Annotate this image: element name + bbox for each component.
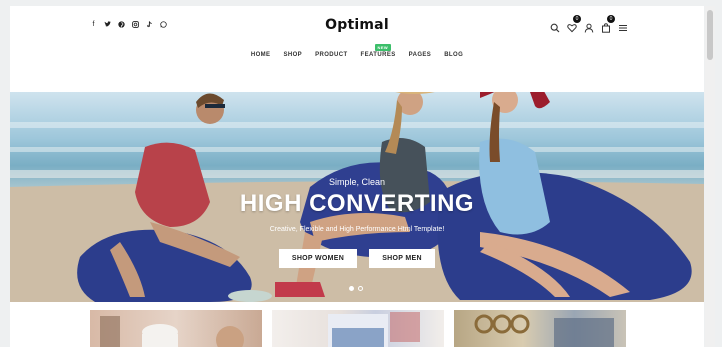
hero-buttons: SHOP WOMEN SHOP MEN (10, 249, 704, 268)
cart-icon[interactable]: 0 (601, 15, 615, 33)
web-page: f Optimal 0 0 HOME SHOP PRODUCT NEW FEAT… (10, 6, 704, 347)
category-card-3-image (474, 314, 614, 347)
category-card-2[interactable] (272, 310, 444, 347)
hero-title: HIGH CONVERTING (239, 190, 475, 217)
hero-slider: Simple, Clean HIGH CONVERTING Creative, … (10, 92, 704, 302)
wishlist-icon[interactable]: 0 (567, 15, 581, 33)
hero-subtitle: Creative, Flexible and High Performance … (269, 226, 445, 233)
nav-item-features[interactable]: NEW FEATURES (360, 44, 396, 58)
shop-men-button[interactable]: SHOP MEN (369, 249, 435, 268)
nav-item-shop[interactable]: SHOP (283, 52, 302, 58)
wishlist-count-badge: 0 (573, 15, 581, 23)
site-header: f Optimal 0 0 HOME SHOP PRODUCT NEW FEAT… (10, 6, 704, 92)
slider-dot-2[interactable] (358, 286, 363, 291)
scrollbar-thumb[interactable] (707, 10, 713, 60)
header-utilities: 0 0 (550, 15, 628, 33)
account-icon[interactable] (584, 20, 594, 33)
menu-icon[interactable] (618, 20, 628, 31)
slider-dot-1[interactable] (349, 286, 354, 291)
new-badge: NEW (374, 44, 392, 51)
category-card-3[interactable] (454, 310, 626, 347)
nav-item-home[interactable]: HOME (251, 52, 271, 58)
category-card-1[interactable] (90, 310, 262, 347)
scrollbar[interactable] (705, 6, 715, 347)
cart-count-badge: 0 (607, 15, 615, 23)
nav-item-pages[interactable]: PAGES (409, 52, 432, 58)
category-card-1-image (100, 316, 244, 347)
slider-dots (349, 286, 363, 291)
category-card-2-image (328, 312, 420, 347)
browser-viewport: f Optimal 0 0 HOME SHOP PRODUCT NEW FEAT… (0, 0, 722, 347)
main-navigation: HOME SHOP PRODUCT NEW FEATURES PAGES BLO… (10, 44, 704, 58)
hero-kicker: Simple, Clean (328, 177, 386, 187)
nav-item-blog[interactable]: BLOG (444, 52, 463, 58)
shop-women-button[interactable]: SHOP WOMEN (279, 249, 357, 268)
category-cards (90, 310, 626, 347)
nav-item-product[interactable]: PRODUCT (315, 52, 347, 58)
search-icon[interactable] (550, 20, 560, 33)
nav-item-features-label: FEATURES (360, 52, 396, 58)
